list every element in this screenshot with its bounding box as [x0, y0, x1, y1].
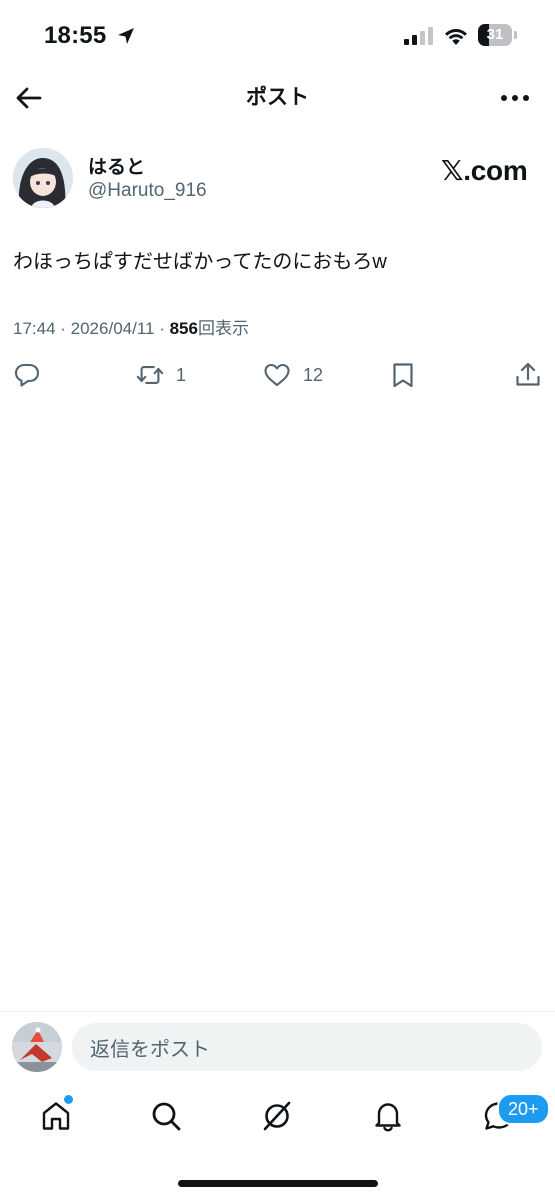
- status-time: 18:55: [44, 22, 107, 49]
- nav-explore[interactable]: [146, 1096, 186, 1136]
- post-text: わほっちぱすだせばかってたのにおもろw: [13, 251, 387, 273]
- x-com-logo: 𝕏.com: [441, 154, 528, 187]
- home-indicator: [178, 1180, 378, 1187]
- post-meta: 17:44 · 2026/04/11 · 856回表示: [13, 314, 249, 339]
- repost-count: 1: [176, 364, 187, 385]
- like-button[interactable]: 12: [263, 360, 323, 390]
- view-count: 856: [169, 319, 198, 338]
- like-count: 12: [303, 364, 324, 385]
- location-arrow-icon: [118, 28, 134, 44]
- share-icon: [516, 362, 540, 386]
- heart-icon: [264, 363, 290, 387]
- page-title: ポスト: [246, 86, 309, 109]
- battery-level: 31: [486, 26, 504, 43]
- repost-icon: [136, 366, 164, 384]
- reply-button[interactable]: [13, 360, 41, 390]
- author-avatar[interactable]: [13, 148, 73, 208]
- repost-button[interactable]: 1: [136, 360, 186, 390]
- my-avatar[interactable]: [12, 1022, 62, 1072]
- wifi-icon: [445, 29, 467, 45]
- divider: [0, 1011, 555, 1012]
- cellular-signal-icon: [404, 27, 433, 45]
- post-timestamp: 17:44 · 2026/04/11 ·: [13, 319, 170, 338]
- more-options-icon[interactable]: [498, 88, 532, 108]
- author-name[interactable]: はると: [88, 152, 145, 179]
- reply-input[interactable]: 返信をポスト: [72, 1023, 542, 1071]
- author-handle[interactable]: @Haruto_916: [88, 180, 207, 202]
- battery-indicator: 31: [478, 24, 518, 46]
- home-new-dot: [62, 1093, 75, 1106]
- search-icon: [152, 1102, 181, 1131]
- view-count-label: 回表示: [197, 319, 249, 338]
- share-button[interactable]: [514, 360, 542, 390]
- nav-grok[interactable]: [257, 1096, 297, 1136]
- bookmark-button[interactable]: [389, 360, 417, 390]
- bell-icon: [375, 1103, 401, 1132]
- notification-badge: 20+: [497, 1093, 550, 1125]
- nav-notifications[interactable]: [368, 1096, 408, 1136]
- grok-icon: [263, 1101, 291, 1131]
- bookmark-icon: [393, 363, 413, 388]
- reply-icon: [14, 363, 40, 387]
